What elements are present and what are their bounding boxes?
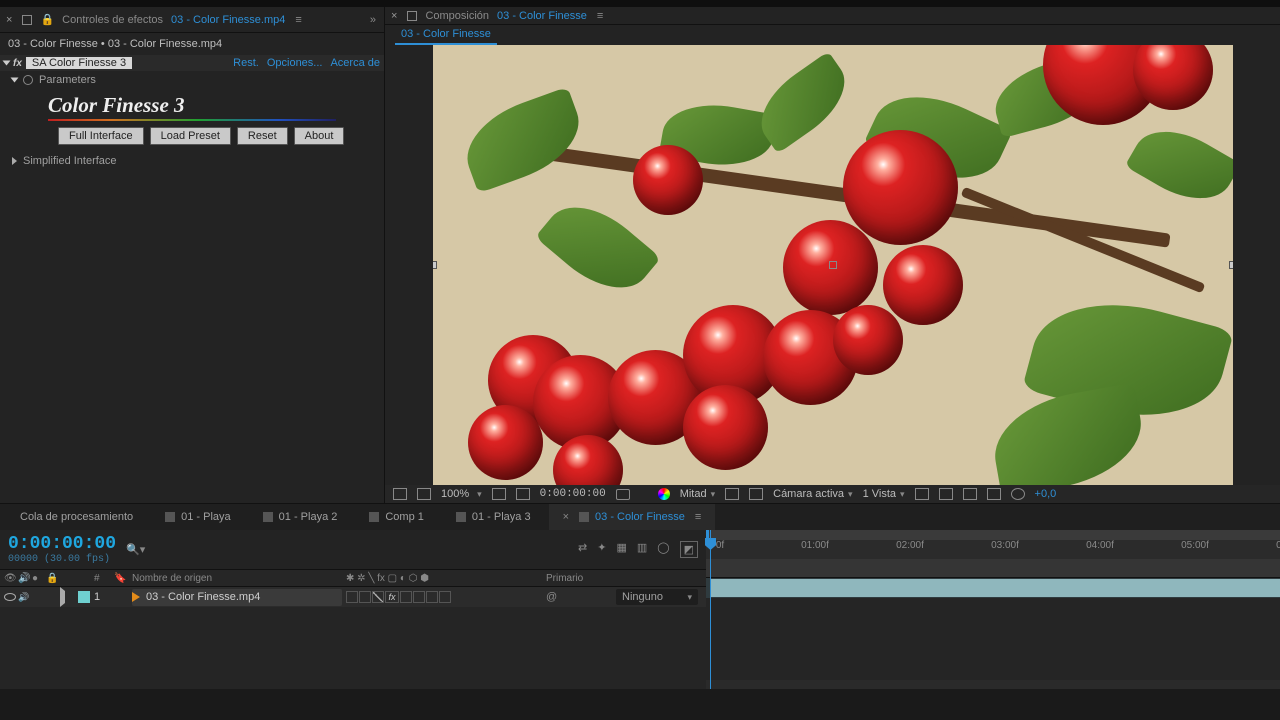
grid-icon[interactable]: [393, 488, 407, 500]
tl-icon-1[interactable]: ⇄: [578, 541, 587, 558]
effects-tab-label[interactable]: Controles de efectos: [58, 14, 167, 26]
resolution-dropdown[interactable]: Mitad: [680, 488, 715, 500]
panel-menu-icon[interactable]: ≡: [295, 14, 301, 26]
tl-icon-2[interactable]: ✦: [597, 541, 606, 558]
panel-menu-icon[interactable]: ≡: [597, 10, 603, 22]
timeline-icon[interactable]: [749, 488, 763, 500]
keyframe-stopwatch-icon[interactable]: [23, 75, 33, 85]
refresh-icon[interactable]: [1011, 488, 1025, 500]
effect-name[interactable]: SA Color Finesse 3: [26, 57, 132, 69]
panel-overflow-icon[interactable]: »: [370, 14, 384, 26]
layer-disclosure-icon[interactable]: [60, 587, 65, 607]
frame-rate-label: 00000 (30.00 fps): [8, 554, 116, 565]
parent-pickwhip-icon[interactable]: @: [546, 591, 557, 603]
simplified-interface-label[interactable]: Simplified Interface: [23, 155, 117, 167]
preview-image: [433, 45, 1233, 485]
preview-timecode[interactable]: 0:00:00:00: [540, 488, 606, 500]
disclosure-icon[interactable]: [11, 78, 19, 83]
link-about-effect[interactable]: Acerca de: [330, 57, 380, 69]
zoom-dropdown[interactable]: 100%: [441, 488, 482, 500]
close-panel-icon[interactable]: ×: [385, 10, 403, 22]
tl-icon-4[interactable]: ▥: [637, 541, 647, 558]
camera-dropdown[interactable]: Cámara activa: [773, 488, 852, 500]
preview-viewport[interactable]: [385, 45, 1280, 485]
effects-tab-file[interactable]: 03 - Color Finesse.mp4: [167, 14, 289, 26]
playhead[interactable]: [710, 530, 711, 689]
parent-dropdown[interactable]: Ninguno: [616, 589, 698, 605]
link-reset[interactable]: Rest.: [233, 57, 259, 69]
rainbow-divider: [48, 119, 336, 121]
ruler-tick: 04:00f: [1086, 540, 1114, 551]
reset-button[interactable]: Reset: [237, 127, 288, 145]
layer-track[interactable]: [706, 578, 1280, 598]
disclosure-icon[interactable]: [12, 157, 17, 165]
ruler-tick: 03:00f: [991, 540, 1019, 551]
disclosure-icon[interactable]: [3, 61, 11, 66]
comp-tab-prefix: Composición: [421, 10, 493, 22]
transparency-grid-icon[interactable]: [417, 488, 431, 500]
layer-switches[interactable]: fx: [342, 591, 542, 603]
exposure-icon[interactable]: [963, 488, 977, 500]
column-headers: 👁🔊●🔒 # 🔖 Nombre de origen ✱ ✲ ╲ fx ▢ ◐ ⬡…: [0, 569, 706, 587]
speaker-icon[interactable]: [18, 591, 29, 603]
search-icon[interactable]: 🔍▾: [126, 543, 145, 556]
graph-editor-icon[interactable]: ◩: [680, 541, 698, 558]
load-preset-button[interactable]: Load Preset: [150, 127, 231, 145]
layer-row[interactable]: 1 03 - Color Finesse.mp4 fx @ Ninguno: [0, 587, 706, 607]
link-options[interactable]: Opciones...: [267, 57, 323, 69]
ruler-tick: 01:00f: [801, 540, 829, 551]
tab-playa-1[interactable]: 01 - Playa: [151, 504, 245, 530]
time-ruler[interactable]: 0f 01:00f 02:00f 03:00f 04:00f 05:00f 06:00f: [706, 530, 1280, 578]
lock-icon[interactable]: 🔒: [36, 13, 58, 26]
crop-icon[interactable]: [492, 488, 506, 500]
layer-number: 1: [90, 591, 110, 603]
panel-toggle-icon[interactable]: [407, 11, 417, 21]
flow-icon[interactable]: [987, 488, 1001, 500]
tl-icon-5[interactable]: ◯: [657, 541, 669, 558]
tab-color-finesse[interactable]: ×03 - Color Finesse≡: [549, 504, 716, 530]
ruler-tick: 05:00f: [1181, 540, 1209, 551]
parameters-label: Parameters: [39, 74, 96, 86]
selection-handle[interactable]: [1229, 261, 1233, 269]
color-channel-icon[interactable]: [658, 488, 670, 500]
about-button[interactable]: About: [294, 127, 345, 145]
pixel-aspect-icon[interactable]: [915, 488, 929, 500]
selection-handle[interactable]: [433, 261, 437, 269]
view-dropdown[interactable]: 1 Vista: [863, 488, 905, 500]
anchor-point-icon[interactable]: [829, 261, 837, 269]
tab-render-queue[interactable]: Cola de procesamiento: [6, 504, 147, 530]
tab-comp-1[interactable]: Comp 1: [355, 504, 438, 530]
snapshot-icon[interactable]: [616, 489, 630, 500]
tab-playa-2[interactable]: 01 - Playa 2: [249, 504, 352, 530]
ruler-tick: 02:00f: [896, 540, 924, 551]
tl-icon-3[interactable]: ▦: [616, 541, 626, 558]
fx-badge-icon[interactable]: fx: [13, 58, 22, 69]
fast-preview-icon[interactable]: [725, 488, 739, 500]
color-finesse-logo: Color Finesse 3: [0, 89, 384, 119]
ruler-tick: 06:00f: [1276, 540, 1280, 551]
roi-icon[interactable]: [516, 488, 530, 500]
adjust-icon[interactable]: [939, 488, 953, 500]
full-interface-button[interactable]: Full Interface: [58, 127, 144, 145]
comp-tab-name[interactable]: 03 - Color Finesse: [493, 10, 591, 22]
layer-clip[interactable]: [710, 579, 1280, 597]
comp-inner-tab[interactable]: 03 - Color Finesse: [395, 25, 497, 45]
ruler-tick: 0f: [716, 540, 724, 551]
layer-source-name[interactable]: 03 - Color Finesse.mp4: [132, 589, 342, 606]
exposure-offset[interactable]: +0,0: [1035, 488, 1057, 500]
video-file-icon: [132, 592, 140, 602]
panel-toggle-icon[interactable]: [22, 15, 32, 25]
layer-color-swatch[interactable]: [78, 591, 90, 603]
close-panel-icon[interactable]: ×: [0, 14, 18, 26]
breadcrumb: 03 - Color Finesse • 03 - Color Finesse.…: [0, 33, 384, 55]
current-timecode[interactable]: 0:00:00:00: [8, 534, 116, 554]
tab-playa-3[interactable]: 01 - Playa 3: [442, 504, 545, 530]
